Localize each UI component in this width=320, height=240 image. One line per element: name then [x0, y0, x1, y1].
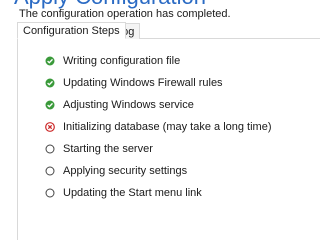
empty-circle-icon — [45, 188, 55, 198]
step-label: Applying security settings — [63, 165, 188, 177]
step-label: Starting the server — [63, 143, 153, 155]
page-subtitle: The configuration operation has complete… — [19, 8, 231, 20]
step-label: Updating Windows Firewall rules — [63, 77, 223, 89]
step-label: Adjusting Windows service — [63, 99, 194, 111]
step-item: Updating Windows Firewall rules — [45, 72, 272, 94]
step-item: Starting the server — [45, 138, 272, 160]
empty-circle-icon — [45, 144, 55, 154]
error-circle-icon — [45, 122, 55, 132]
step-item: Adjusting Windows service — [45, 94, 272, 116]
step-item: Updating the Start menu link — [45, 182, 272, 204]
check-circle-icon — [45, 100, 55, 110]
empty-circle-icon — [45, 166, 55, 176]
step-label: Updating the Start menu link — [63, 187, 202, 199]
step-item: Applying security settings — [45, 160, 272, 182]
tab-configuration-steps[interactable]: Configuration Steps — [17, 22, 126, 39]
check-circle-icon — [45, 78, 55, 88]
step-item: Writing configuration file — [45, 50, 272, 72]
step-label: Writing configuration file — [63, 55, 181, 67]
step-item: Initializing database (may take a long t… — [45, 116, 272, 138]
step-label: Initializing database (may take a long t… — [63, 121, 272, 133]
steps-list: Writing configuration file Updating Wind… — [45, 50, 272, 204]
check-circle-icon — [45, 56, 55, 66]
